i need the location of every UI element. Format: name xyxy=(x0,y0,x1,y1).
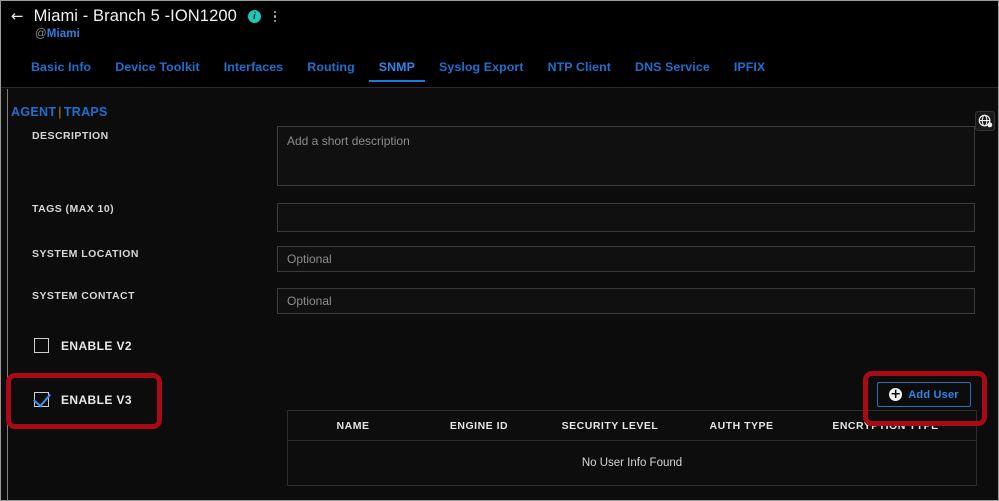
info-icon[interactable]: i xyxy=(247,10,261,23)
system-contact-label: SYSTEM CONTACT xyxy=(32,290,135,302)
add-user-button[interactable]: + Add User xyxy=(877,382,971,407)
tags-input[interactable] xyxy=(277,203,975,232)
tab-ipfix[interactable]: IPFIX xyxy=(722,53,777,82)
arrow-left-icon[interactable]: ← xyxy=(11,9,26,24)
column-header-name: NAME xyxy=(336,419,370,432)
system-location-label: SYSTEM LOCATION xyxy=(32,248,139,260)
tab-syslog-export[interactable]: Syslog Export xyxy=(427,53,536,82)
tab-device-toolkit[interactable]: Device Toolkit xyxy=(103,53,212,82)
snmp-settings-page: ← Miami - Branch 5 -ION1200 i @Miami Bas… xyxy=(0,0,999,501)
tab-routing[interactable]: Routing xyxy=(295,53,367,82)
tags-label: TAGS (MAX 10) xyxy=(32,203,115,215)
enable-v2-checkbox-row[interactable]: ENABLE V2 xyxy=(34,338,132,353)
kebab-menu-icon[interactable] xyxy=(270,9,281,25)
add-user-label: Add User xyxy=(908,388,959,401)
column-header-encryption-type: ENCRYPTION TYPE xyxy=(832,419,939,432)
enable-v2-label: ENABLE V2 xyxy=(61,338,132,353)
description-input[interactable] xyxy=(277,126,975,186)
column-header-engine-id: ENGINE ID xyxy=(449,419,509,432)
system-contact-input[interactable] xyxy=(277,288,975,314)
help-globe-icon[interactable] xyxy=(975,111,995,131)
enable-v3-checkbox[interactable] xyxy=(34,392,49,407)
column-header-security-level: SECURITY LEVEL xyxy=(561,419,659,432)
table-empty-message: No User Info Found xyxy=(581,457,683,469)
tab-interfaces[interactable]: Interfaces xyxy=(212,53,296,82)
enable-v2-checkbox[interactable] xyxy=(34,338,49,353)
snmp-subnav: AGENT | TRAPS xyxy=(11,105,108,119)
subnav-separator: | xyxy=(58,105,62,119)
table-header-row: NAME ENGINE ID SECURITY LEVEL AUTH TYPE … xyxy=(288,411,976,441)
snmp-user-table: NAME ENGINE ID SECURITY LEVEL AUTH TYPE … xyxy=(287,410,977,486)
at-symbol: @ xyxy=(35,28,47,40)
page-title: Miami - Branch 5 -ION1200 xyxy=(33,7,237,25)
column-header-auth-type: AUTH TYPE xyxy=(709,419,774,432)
subnav-traps[interactable]: TRAPS xyxy=(64,105,108,119)
plus-circle-icon: + xyxy=(889,386,903,402)
description-label: DESCRIPTION xyxy=(32,130,109,142)
page-header: ← Miami - Branch 5 -ION1200 i @Miami xyxy=(1,1,998,53)
handle-text: Miami xyxy=(46,28,80,40)
left-rail-divider xyxy=(7,89,8,500)
tab-bar: Basic Info Device Toolkit Interfaces Rou… xyxy=(1,53,998,88)
device-handle: @Miami xyxy=(35,28,998,40)
tab-ntp-client[interactable]: NTP Client xyxy=(536,53,623,82)
enable-v3-checkbox-row[interactable]: ENABLE V3 xyxy=(34,392,132,407)
tab-basic-info[interactable]: Basic Info xyxy=(19,53,103,82)
subnav-agent[interactable]: AGENT xyxy=(11,105,56,119)
tab-snmp[interactable]: SNMP xyxy=(367,53,427,82)
title-row: ← Miami - Branch 5 -ION1200 i xyxy=(11,7,998,26)
enable-v3-label: ENABLE V3 xyxy=(61,392,132,407)
tab-dns-service[interactable]: DNS Service xyxy=(623,53,722,82)
system-location-input[interactable] xyxy=(277,246,975,272)
